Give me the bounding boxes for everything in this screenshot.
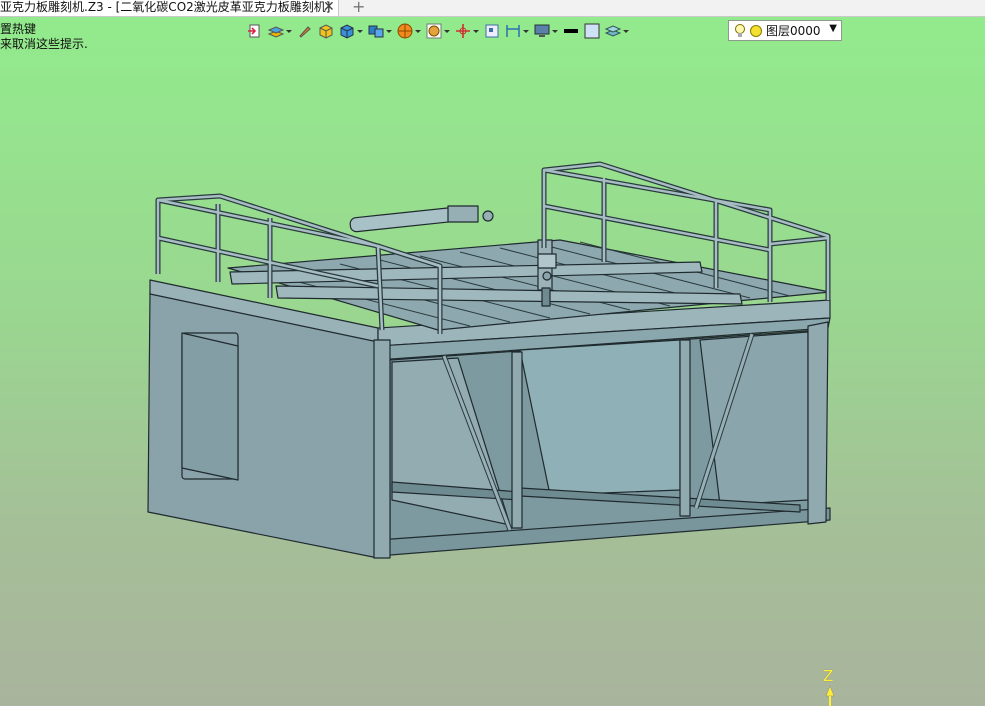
view-toolbar	[246, 20, 633, 42]
cubes-multi-icon	[368, 25, 384, 38]
layer-manager-button[interactable]	[604, 21, 630, 41]
document-tab-bar: 亚克力板雕刻机.Z3 - [二氧化碳CO2激光皮革亚克力板雕刻机] ✕ +	[0, 0, 985, 17]
sphere-orange-icon	[397, 23, 413, 39]
z-axis-label: Z	[823, 667, 834, 685]
box-yellow-icon	[319, 24, 333, 39]
layers-stack-button[interactable]	[267, 21, 293, 41]
origin-axis-button[interactable]	[454, 21, 480, 41]
hint-line-1: 置热键	[0, 22, 37, 36]
layer-name: 图层0000	[766, 24, 821, 38]
origin-axis-icon	[456, 24, 470, 38]
chevron-down-icon	[623, 30, 629, 33]
render-style-button[interactable]	[425, 21, 451, 41]
cubes-multi-button[interactable]	[367, 21, 393, 41]
chevron-down-icon	[444, 30, 450, 33]
fill-color-icon	[584, 23, 600, 39]
sphere-orange-button[interactable]	[396, 21, 422, 41]
sun-icon[interactable]	[749, 24, 763, 38]
line-color-icon	[564, 29, 578, 33]
cube-blue-button[interactable]	[338, 21, 364, 41]
import-icon	[248, 24, 260, 38]
dimension-icon	[506, 25, 520, 37]
layer-manager-icon	[604, 25, 622, 37]
brush-button[interactable]	[296, 21, 314, 41]
plus-icon[interactable]: +	[352, 0, 365, 15]
chevron-down-icon	[286, 30, 292, 33]
page-frame-icon	[485, 24, 499, 38]
chevron-down-icon	[473, 30, 479, 33]
layers-stack-icon	[267, 26, 285, 38]
page-frame-button[interactable]	[483, 21, 501, 41]
chevron-down-icon	[552, 30, 558, 33]
dimension-button[interactable]	[504, 21, 530, 41]
line-color-button[interactable]	[562, 21, 580, 41]
chevron-down-icon	[415, 30, 421, 33]
cube-blue-icon	[340, 24, 354, 39]
layer-select[interactable]: 图层0000 ▼	[728, 20, 842, 41]
document-tab-title[interactable]: 亚克力板雕刻机.Z3 - [二氧化碳CO2激光皮革亚克力板雕刻机]	[0, 0, 330, 15]
chevron-down-icon[interactable]: ▼	[829, 23, 837, 34]
chevron-down-icon	[523, 30, 529, 33]
import-button[interactable]	[246, 21, 264, 41]
box-yellow-button[interactable]	[317, 21, 335, 41]
display-monitor-icon	[534, 24, 550, 37]
chevron-down-icon	[386, 30, 392, 33]
bulb-icon[interactable]	[733, 23, 747, 39]
document-tab[interactable]: 亚克力板雕刻机.Z3 - [二氧化碳CO2激光皮革亚克力板雕刻机]	[0, 0, 340, 16]
hint-overlay: 置热键 来取消这些提示.	[0, 22, 88, 52]
render-style-icon	[426, 23, 442, 39]
brush-icon	[299, 26, 311, 38]
model-viewport[interactable]	[0, 0, 985, 706]
fill-color-button[interactable]	[583, 21, 601, 41]
close-icon[interactable]: ✕	[323, 0, 335, 15]
display-monitor-button[interactable]	[533, 21, 559, 41]
chevron-down-icon	[357, 30, 363, 33]
z-axis-arrow-icon	[825, 686, 835, 706]
laser-engraver-model	[147, 161, 831, 559]
hint-line-2: 来取消这些提示.	[0, 37, 88, 51]
